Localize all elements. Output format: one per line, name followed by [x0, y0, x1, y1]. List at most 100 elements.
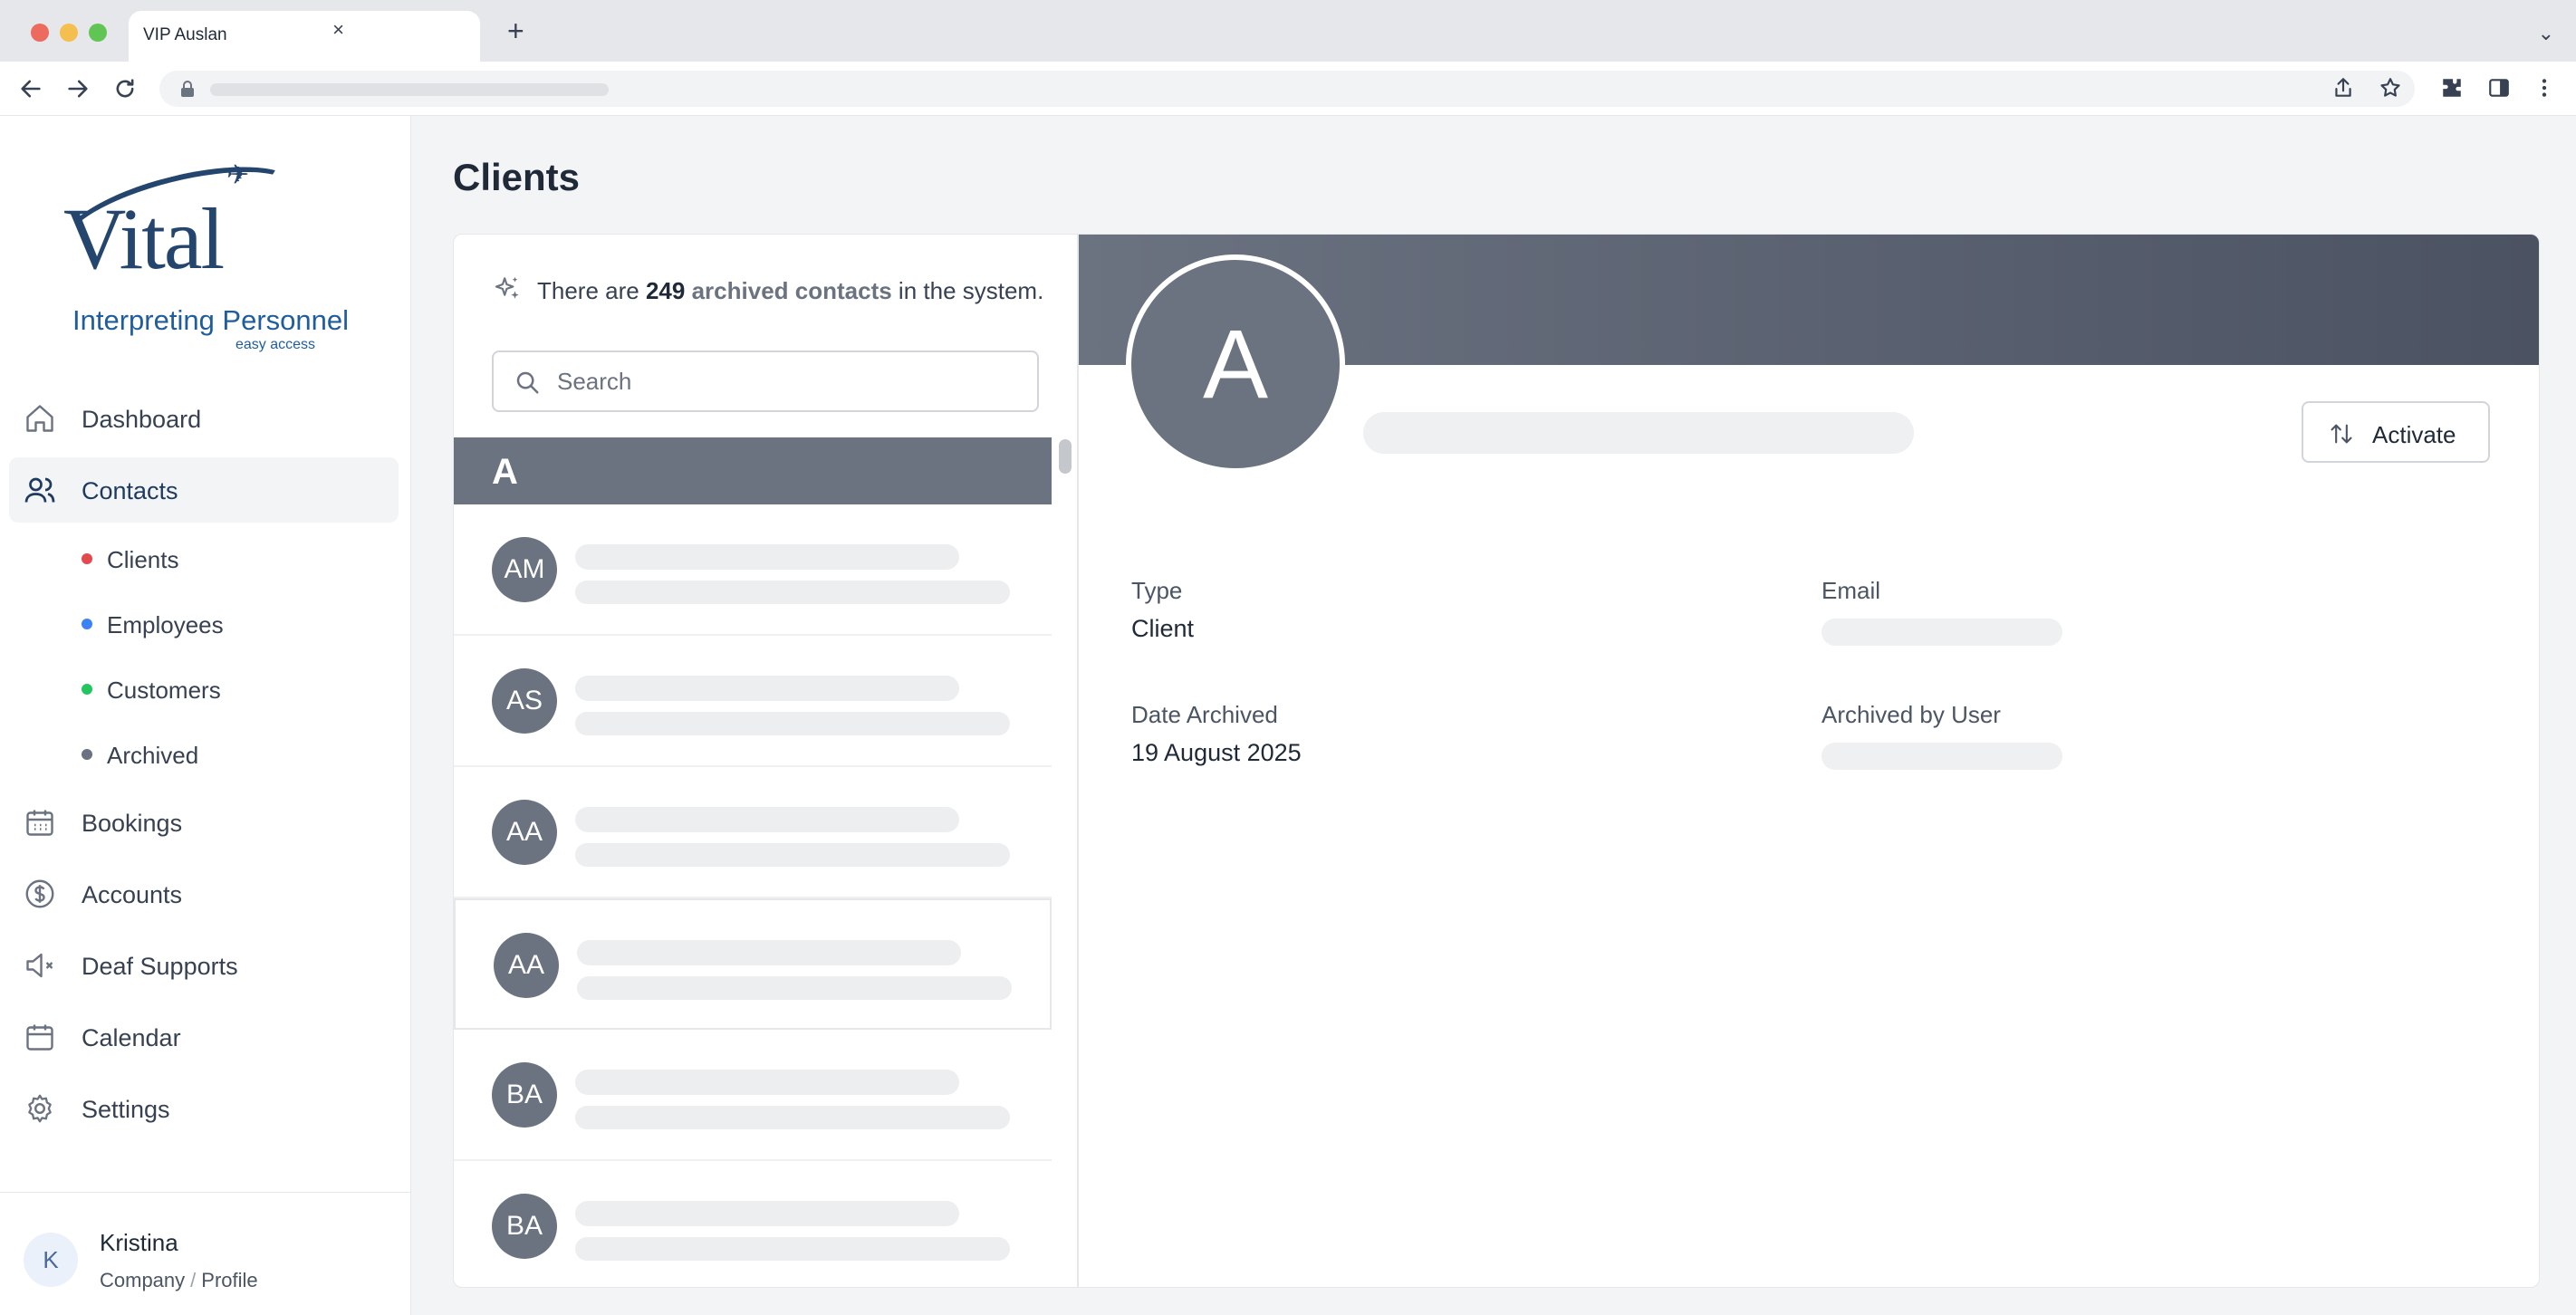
- sidebar-item-label: Bookings: [82, 810, 183, 837]
- archived-by-placeholder: [1821, 743, 2062, 770]
- summary-prefix: There are: [537, 277, 639, 304]
- browser-tab-bar: VIP Auslan × + ⌄: [0, 0, 2576, 62]
- sidebar-subitem-label: Employees: [107, 611, 224, 638]
- window-minimize-button[interactable]: [60, 24, 78, 42]
- list-item[interactable]: AS: [454, 636, 1052, 767]
- activate-button[interactable]: Activate: [2302, 401, 2490, 463]
- window-close-button[interactable]: [31, 24, 49, 42]
- sidebar-item-label: Contacts: [82, 477, 178, 504]
- date-archived-label: Date Archived: [1131, 701, 1278, 728]
- company-link[interactable]: Company: [100, 1269, 185, 1291]
- list-scrollbar[interactable]: [1059, 439, 1072, 474]
- list-item[interactable]: BA: [454, 1161, 1052, 1287]
- detail-placeholder: [575, 843, 1010, 867]
- status-dot: [82, 619, 92, 629]
- logo-tagline: easy access: [235, 337, 316, 352]
- name-placeholder: [575, 1201, 959, 1226]
- sidebar-item-dashboard[interactable]: Dashboard: [9, 386, 399, 451]
- extensions-icon[interactable]: [2440, 76, 2464, 100]
- name-placeholder: [575, 544, 959, 570]
- sidebar: ✈ Vital Interpreting Personnel easy acce…: [0, 116, 411, 1315]
- archived-summary: There are 249 archived contacts in the s…: [537, 274, 1044, 307]
- avatar[interactable]: K: [24, 1233, 78, 1287]
- avatar: AS: [492, 668, 557, 734]
- browser-address-bar: [0, 62, 2576, 116]
- avatar: AA: [492, 800, 557, 865]
- avatar: BA: [492, 1062, 557, 1128]
- reload-icon[interactable]: [112, 76, 138, 101]
- summary-suffix: in the system.: [898, 277, 1044, 304]
- list-item-selected[interactable]: AA: [454, 898, 1052, 1030]
- sparkles-icon: [495, 276, 519, 299]
- type-label: Type: [1131, 577, 1183, 604]
- status-dot: [82, 684, 92, 695]
- contact-list-pane: There are 249 archived contacts in the s…: [454, 235, 1079, 1287]
- mute-icon: [26, 953, 53, 978]
- sidebar-subitem-customers[interactable]: Customers: [82, 660, 389, 715]
- dollar-icon: [25, 879, 54, 908]
- home-icon: [26, 405, 53, 432]
- avatar: AM: [492, 537, 557, 602]
- activate-label: Activate: [2372, 421, 2456, 448]
- status-dot: [82, 553, 92, 564]
- list-item[interactable]: BA: [454, 1030, 1052, 1161]
- logo-subtitle: Interpreting Personnel: [72, 304, 350, 336]
- sidebar-item-bookings[interactable]: Bookings: [9, 790, 399, 855]
- back-icon[interactable]: [18, 76, 43, 101]
- plane-icon: ✈: [226, 160, 250, 190]
- archived-by-label: Archived by User: [1821, 701, 2001, 728]
- window-maximize-button[interactable]: [89, 24, 107, 42]
- search-box[interactable]: [492, 350, 1039, 412]
- profile-link[interactable]: Profile: [201, 1269, 257, 1291]
- contacts-card: There are 249 archived contacts in the s…: [453, 234, 2540, 1288]
- browser-tab[interactable]: VIP Auslan ×: [129, 11, 480, 62]
- gear-icon: [28, 1094, 52, 1123]
- sidebar-icon[interactable]: [2487, 76, 2511, 100]
- users-icon: [24, 477, 55, 503]
- status-dot: [82, 749, 92, 760]
- sidebar-subitem-label: Customers: [107, 677, 221, 704]
- list-item[interactable]: AM: [454, 504, 1052, 636]
- url-text-placeholder: [210, 83, 609, 96]
- sidebar-item-deaf-supports[interactable]: Deaf Supports: [9, 933, 399, 998]
- sidebar-item-accounts[interactable]: Accounts: [9, 861, 399, 926]
- new-tab-button[interactable]: +: [507, 16, 524, 45]
- forward-icon[interactable]: [65, 76, 91, 101]
- bookmark-icon[interactable]: [2379, 76, 2402, 100]
- sidebar-item-contacts[interactable]: Contacts: [9, 457, 399, 523]
- sidebar-subitem-employees[interactable]: Employees: [82, 595, 389, 649]
- name-placeholder: [577, 940, 961, 965]
- url-field[interactable]: [159, 71, 2415, 107]
- sidebar-item-label: Calendar: [82, 1024, 181, 1051]
- app-root: ✈ Vital Interpreting Personnel easy acce…: [0, 116, 2576, 1315]
- tab-search-icon[interactable]: ⌄: [2538, 22, 2554, 45]
- sidebar-item-label: Accounts: [82, 881, 183, 908]
- search-icon: [516, 371, 539, 394]
- list-item[interactable]: AA: [454, 767, 1052, 898]
- sidebar-item-label: Deaf Supports: [82, 953, 238, 980]
- sidebar-item-settings[interactable]: Settings: [9, 1076, 399, 1141]
- company-logo[interactable]: ✈ Vital Interpreting Personnel easy acce…: [52, 147, 349, 352]
- name-placeholder: [575, 676, 959, 701]
- name-placeholder: [575, 807, 959, 832]
- name-placeholder: [575, 1070, 959, 1095]
- sidebar-subitem-clients[interactable]: Clients: [82, 530, 389, 584]
- sidebar-subitem-label: Clients: [107, 546, 179, 573]
- letter-section-header: A: [454, 437, 1052, 504]
- user-profile: K Kristina Company / Profile: [0, 1192, 411, 1315]
- sidebar-subitem-archived[interactable]: Archived: [82, 725, 389, 780]
- page-title: Clients: [453, 156, 581, 198]
- summary-highlight: archived contacts: [691, 277, 892, 304]
- share-icon[interactable]: [2331, 76, 2355, 100]
- search-input[interactable]: [557, 363, 1010, 399]
- sidebar-subitem-label: Archived: [107, 742, 199, 769]
- menu-icon[interactable]: [2533, 76, 2556, 100]
- close-tab-icon[interactable]: ×: [332, 18, 344, 42]
- detail-placeholder: [575, 581, 1010, 604]
- archived-count: 249: [645, 277, 686, 304]
- avatar: BA: [492, 1194, 557, 1259]
- email-placeholder: [1821, 619, 2062, 646]
- calendar-grid-icon: [26, 810, 53, 836]
- email-label: Email: [1821, 577, 1881, 604]
- sidebar-item-calendar[interactable]: Calendar: [9, 1004, 399, 1070]
